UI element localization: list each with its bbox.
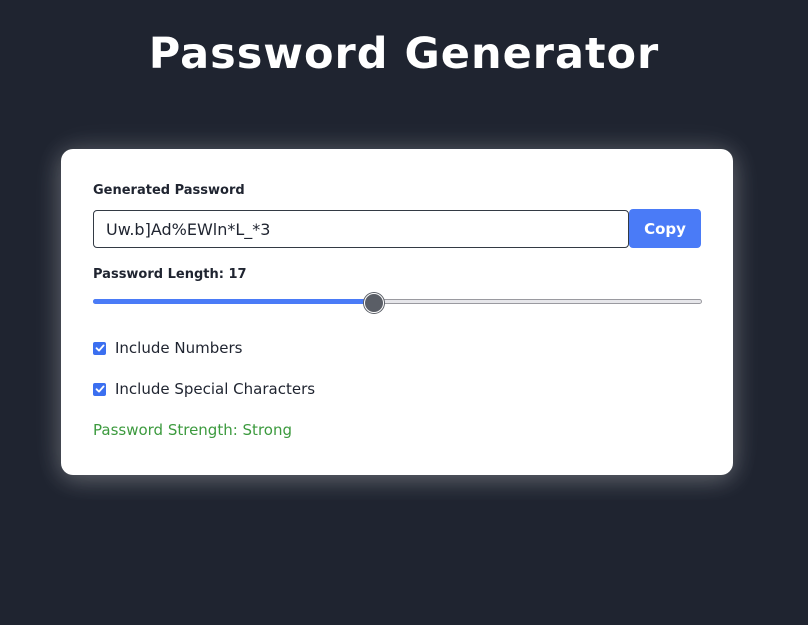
include-numbers-option[interactable]: Include Numbers: [93, 338, 242, 358]
length-label: Password Length: 17: [93, 267, 247, 282]
strength-indicator: Password Strength: Strong: [93, 421, 292, 439]
app-title: Password Generator: [148, 29, 660, 79]
password-field[interactable]: [93, 210, 629, 248]
slider-thumb[interactable]: [364, 293, 384, 313]
generator-card: Generated Password Copy Password Length:…: [61, 149, 733, 475]
include-numbers-label: Include Numbers: [115, 339, 243, 357]
include-special-checkbox[interactable]: [93, 382, 106, 396]
checkmark-icon: [95, 385, 104, 393]
include-special-label: Include Special Characters: [115, 380, 316, 398]
copy-button[interactable]: Copy: [629, 209, 701, 248]
include-special-option[interactable]: Include Special Characters: [93, 379, 315, 399]
include-numbers-checkbox[interactable]: [93, 341, 106, 355]
length-slider[interactable]: [93, 293, 702, 313]
checkmark-icon: [95, 344, 104, 352]
slider-fill: [93, 299, 373, 304]
page: Password Generator Generated Password Co…: [0, 0, 808, 625]
password-label: Generated Password: [93, 183, 245, 198]
